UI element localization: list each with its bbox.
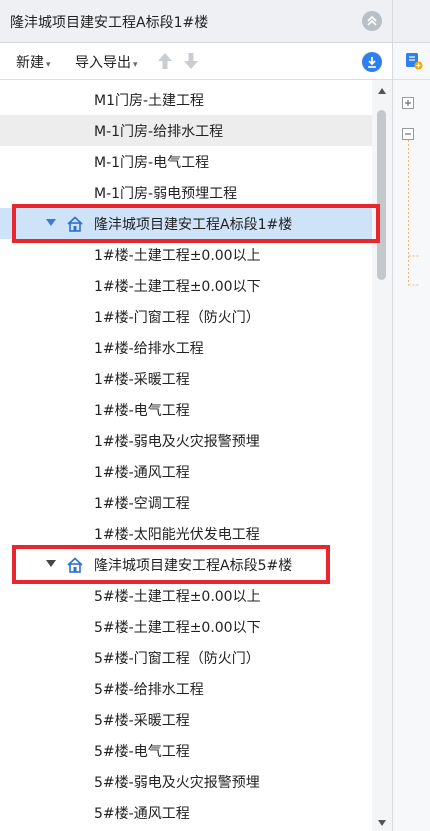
tree-node-label: 1#楼-门窗工程（防火门） <box>94 310 260 326</box>
tree-node[interactable]: M1门房-土建工程 <box>0 84 372 115</box>
collapse-panel-button[interactable] <box>362 11 382 31</box>
tree-node-label: M-1门房-电气工程 <box>94 155 210 171</box>
tree-node-parent[interactable]: 隆沣城项目建安工程A标段5#楼 <box>0 549 372 580</box>
new-label: 新建 <box>16 55 44 71</box>
expand-triangle-icon[interactable] <box>46 219 56 226</box>
tree-node-label: 隆沣城项目建安工程A标段1#楼 <box>94 217 293 233</box>
new-dropdown-button[interactable]: 新建 ▾ <box>16 52 51 72</box>
tree-node-label: 1#楼-弱电及火灾报警预埋 <box>94 434 260 450</box>
tree-node[interactable]: 5#楼-通风工程 <box>0 797 372 828</box>
import-export-label: 导入导出 <box>75 55 131 71</box>
house-icon <box>67 216 83 232</box>
tree-node[interactable]: 5#楼-电气工程 <box>0 735 372 766</box>
tree-node-label: 5#楼-通风工程 <box>94 806 190 822</box>
tree-node-label: 5#楼-门窗工程（防火门） <box>94 651 260 667</box>
tree-node-label: 1#楼-土建工程±0.00以上 <box>94 248 261 264</box>
tree-node-label: 隆沣城项目建安工程A标段5#楼 <box>94 558 293 574</box>
download-icon <box>368 57 376 68</box>
tree-node-label: 5#楼-给排水工程 <box>94 682 204 698</box>
move-down-icon[interactable] <box>183 52 199 70</box>
tree-node-label: 5#楼-采暖工程 <box>94 713 190 729</box>
tree-node-label: 1#楼-电气工程 <box>94 403 190 419</box>
tree-node[interactable]: 5#楼-弱电及火灾报警预埋 <box>0 766 372 797</box>
caret-down-icon: ▾ <box>46 60 51 70</box>
tree-node-label: 5#楼-电气工程 <box>94 744 190 760</box>
tree-connector-lines <box>408 140 420 286</box>
tree-node-label: 5#楼-弱电及火灾报警预埋 <box>94 775 260 791</box>
tree-node[interactable]: 5#楼-采暖工程 <box>0 704 372 735</box>
add-document-icon[interactable] <box>405 52 423 70</box>
panel-title: 隆沣城项目建安工程A标段1#楼 <box>10 15 209 31</box>
tree-node[interactable]: 1#楼-给排水工程 <box>0 332 372 363</box>
tree-node-label: 1#楼-采暖工程 <box>94 372 190 388</box>
tree-node[interactable]: 1#楼-空调工程 <box>0 487 372 518</box>
tree-scrollbar[interactable] <box>372 80 392 831</box>
tree-node[interactable]: 5#楼-土建工程±0.00以下 <box>0 611 372 642</box>
tree-node-label: 1#楼-土建工程±0.00以下 <box>94 279 261 295</box>
project-tree: M1门房-土建工程 M-1门房-给排水工程 M-1门房-电气工程 M-1门房-弱电预埋… <box>0 80 372 831</box>
tree-node-label: 5#楼-土建工程±0.00以下 <box>94 620 261 636</box>
tree-node[interactable]: 1#楼-通风工程 <box>0 456 372 487</box>
import-export-dropdown-button[interactable]: 导入导出 ▾ <box>75 52 138 72</box>
scroll-down-arrow-icon[interactable] <box>378 820 386 826</box>
right-panel-toolbar <box>393 43 430 80</box>
tree-node-label: M1门房-土建工程 <box>94 93 205 109</box>
tree-node[interactable]: 5#楼-门窗工程（防火门） <box>0 642 372 673</box>
tree-node[interactable]: 1#楼-采暖工程 <box>0 363 372 394</box>
collapse-minus-icon[interactable] <box>402 128 414 140</box>
caret-down-icon: ▾ <box>133 60 138 70</box>
tree-node[interactable]: 1#楼-太阳能光伏发电工程 <box>0 518 372 549</box>
tree-node-parent[interactable]: 隆沣城项目建安工程A标段1#楼 <box>0 208 372 239</box>
scroll-up-arrow-icon[interactable] <box>378 88 386 94</box>
tree-node-label: 1#楼-通风工程 <box>94 465 190 481</box>
tree-node[interactable]: 1#楼-电气工程 <box>0 394 372 425</box>
house-icon <box>67 557 83 573</box>
download-button[interactable] <box>362 52 382 72</box>
tree-node-label: 1#楼-给排水工程 <box>94 341 204 357</box>
panel-header: 隆沣城项目建安工程A标段1#楼 <box>0 0 392 43</box>
toolbar: 新建 ▾ 导入导出 ▾ <box>0 43 392 80</box>
tree-node-label: 1#楼-空调工程 <box>94 496 190 512</box>
tree-node[interactable]: M-1门房-弱电预埋工程 <box>0 177 372 208</box>
expand-triangle-icon[interactable] <box>46 560 56 567</box>
tree-node-label: 1#楼-太阳能光伏发电工程 <box>94 527 260 543</box>
double-chevron-up-icon <box>367 15 377 26</box>
tree-node[interactable]: 1#楼-门窗工程（防火门） <box>0 301 372 332</box>
tree-node[interactable]: M-1门房-电气工程 <box>0 146 372 177</box>
tree-node[interactable]: 5#楼-给排水工程 <box>0 673 372 704</box>
move-up-icon[interactable] <box>157 52 173 70</box>
tree-node[interactable]: 1#楼-土建工程±0.00以上 <box>0 239 372 270</box>
tree-node-label: 5#楼-土建工程±0.00以上 <box>94 589 261 605</box>
right-panel-edge <box>392 0 430 831</box>
tree-node[interactable]: 5#楼-土建工程±0.00以上 <box>0 580 372 611</box>
tree-node-label: M-1门房-弱电预埋工程 <box>94 186 238 202</box>
expand-plus-icon[interactable] <box>402 97 414 109</box>
scroll-thumb[interactable] <box>377 110 386 280</box>
tree-node[interactable]: 1#楼-弱电及火灾报警预埋 <box>0 425 372 456</box>
tree-node[interactable]: 1#楼-土建工程±0.00以下 <box>0 270 372 301</box>
right-panel-header <box>393 0 430 43</box>
tree-node[interactable]: M-1门房-给排水工程 <box>0 115 372 146</box>
tree-node-label: M-1门房-给排水工程 <box>94 124 224 140</box>
